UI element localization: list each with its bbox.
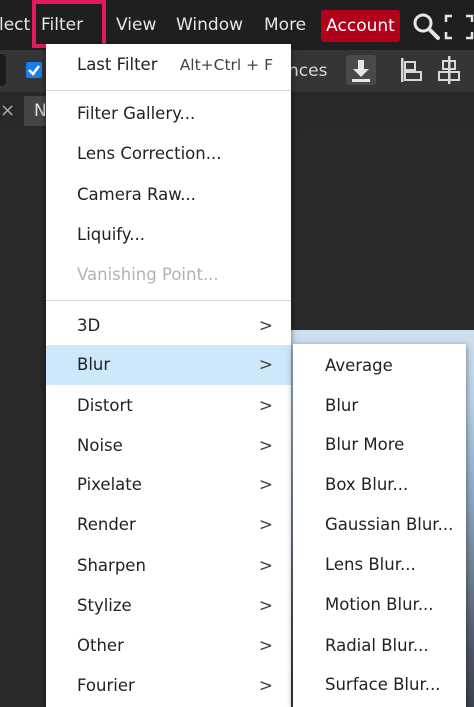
account-button[interactable]: Account bbox=[321, 10, 400, 42]
download-button[interactable] bbox=[346, 55, 376, 85]
chevron-right-icon: > bbox=[258, 556, 273, 576]
menu-item-label: Liquify... bbox=[77, 225, 145, 244]
menu-divider bbox=[46, 300, 291, 301]
menu-item-sharpen[interactable]: Sharpen > bbox=[46, 546, 291, 586]
menu-item-label: Other bbox=[77, 636, 124, 655]
menu-item-label: Fourier bbox=[77, 676, 135, 695]
align-left-icon[interactable] bbox=[396, 54, 426, 86]
submenu-item-box-blur[interactable]: Box Blur... bbox=[293, 465, 466, 505]
chevron-right-icon: > bbox=[258, 596, 273, 616]
menu-item-liquify[interactable]: Liquify... bbox=[46, 215, 291, 255]
menu-view[interactable]: View bbox=[116, 0, 156, 50]
filter-highlight-box bbox=[32, 0, 106, 48]
options-field[interactable] bbox=[0, 54, 6, 86]
menu-select[interactable]: lect bbox=[0, 0, 30, 50]
submenu-item-radial-blur[interactable]: Radial Blur... bbox=[293, 626, 466, 666]
chevron-right-icon: > bbox=[258, 436, 273, 456]
chevron-right-icon: > bbox=[258, 316, 273, 336]
chevron-right-icon: > bbox=[258, 636, 273, 656]
search-icon[interactable] bbox=[410, 10, 442, 42]
download-icon bbox=[352, 60, 370, 82]
menu-window[interactable]: Window bbox=[176, 0, 243, 50]
document-tab[interactable]: N bbox=[24, 96, 48, 126]
align-center-icon[interactable] bbox=[434, 54, 464, 86]
menu-item-lens-correction[interactable]: Lens Correction... bbox=[46, 134, 291, 174]
options-partial-label: nces bbox=[288, 61, 328, 81]
chevron-right-icon: > bbox=[258, 676, 273, 696]
menu-item-filter-gallery[interactable]: Filter Gallery... bbox=[46, 94, 291, 134]
submenu-item-blur-more[interactable]: Blur More bbox=[293, 425, 466, 465]
menu-bar: lect Filter View Window More Account bbox=[0, 0, 474, 50]
menu-item-noise[interactable]: Noise > bbox=[46, 426, 291, 466]
menu-more[interactable]: More bbox=[264, 0, 306, 50]
menu-item-3d[interactable]: 3D > bbox=[46, 306, 291, 346]
filter-dropdown-menu: Last Filter Alt+Ctrl + F Filter Gallery.… bbox=[46, 44, 291, 707]
submenu-item-motion-blur[interactable]: Motion Blur... bbox=[293, 585, 466, 625]
menu-item-pixelate[interactable]: Pixelate > bbox=[46, 465, 291, 505]
menu-item-label: Sharpen bbox=[77, 556, 146, 575]
submenu-item-lens-blur[interactable]: Lens Blur... bbox=[293, 545, 466, 585]
options-checkbox[interactable] bbox=[26, 62, 42, 78]
menu-item-render[interactable]: Render > bbox=[46, 505, 291, 545]
chevron-right-icon: > bbox=[258, 515, 273, 535]
menu-item-label: 3D bbox=[77, 316, 101, 335]
shortcut-label: Alt+Ctrl + F bbox=[179, 56, 273, 74]
chevron-right-icon: > bbox=[258, 355, 273, 375]
menu-item-camera-raw[interactable]: Camera Raw... bbox=[46, 175, 291, 215]
submenu-item-average[interactable]: Average bbox=[293, 346, 466, 386]
menu-item-other[interactable]: Other > bbox=[46, 626, 291, 666]
submenu-item-surface-blur[interactable]: Surface Blur... bbox=[293, 665, 466, 705]
menu-item-vanishing-point: Vanishing Point... bbox=[46, 255, 291, 295]
menu-item-label: Blur bbox=[77, 355, 111, 374]
menu-item-stylize[interactable]: Stylize > bbox=[46, 586, 291, 626]
blur-submenu: Average Blur Blur More Box Blur... Gauss… bbox=[293, 344, 466, 707]
menu-item-last-filter[interactable]: Last Filter Alt+Ctrl + F bbox=[46, 45, 291, 85]
menu-item-label: Camera Raw... bbox=[77, 185, 196, 204]
check-icon bbox=[28, 65, 40, 76]
menu-item-label: Render bbox=[77, 515, 136, 534]
menu-divider bbox=[46, 90, 291, 91]
menu-item-label: Pixelate bbox=[77, 475, 142, 494]
submenu-item-gaussian-blur[interactable]: Gaussian Blur... bbox=[293, 505, 466, 545]
menu-item-label: Noise bbox=[77, 436, 123, 455]
close-icon[interactable]: × bbox=[0, 95, 15, 127]
menu-item-fourier[interactable]: Fourier > bbox=[46, 666, 291, 706]
menu-item-label: Lens Correction... bbox=[77, 144, 222, 163]
chevron-right-icon: > bbox=[258, 396, 273, 416]
menu-item-label: Last Filter bbox=[77, 55, 158, 74]
menu-item-blur[interactable]: Blur > bbox=[46, 345, 291, 385]
menu-item-label: Stylize bbox=[77, 596, 132, 615]
menu-item-label: Vanishing Point... bbox=[77, 265, 219, 284]
submenu-item-blur[interactable]: Blur bbox=[293, 386, 466, 426]
chevron-right-icon: > bbox=[258, 475, 273, 495]
menu-item-label: Distort bbox=[77, 396, 133, 415]
menu-item-label: Filter Gallery... bbox=[77, 104, 196, 123]
fullscreen-icon[interactable] bbox=[444, 14, 474, 40]
menu-item-distort[interactable]: Distort > bbox=[46, 386, 291, 426]
